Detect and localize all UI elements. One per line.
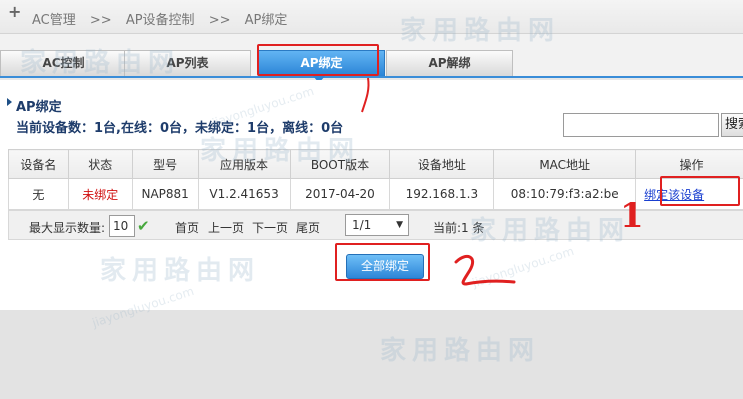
col-header-name: 设备名 — [8, 149, 69, 179]
annotation-mark-2 — [454, 254, 516, 286]
col-header-mac: MAC地址 — [493, 149, 637, 179]
breadcrumb: AC管理 >> AP设备控制 >> AP绑定 — [32, 9, 297, 28]
tab-ac-control[interactable]: AC控制 — [0, 50, 127, 76]
cell-boot-version: 2017-04-20 — [289, 178, 391, 210]
ap-binding-page: + AC管理 >> AP设备控制 >> AP绑定 AC控制 AP列表 AP绑定 … — [0, 0, 743, 399]
cell-model: NAP881 — [131, 178, 199, 210]
device-summary: 当前设备数：1台,在线：0台，未绑定：1台，离线：0台 — [16, 121, 344, 136]
table-header-row: 设备名 状态 型号 应用版本 BOOT版本 设备地址 MAC地址 操作 — [8, 149, 743, 179]
tab-ap-unbinding[interactable]: AP解绑 — [386, 50, 513, 76]
col-header-action: 操作 — [635, 149, 743, 179]
annotation-box-bind-link — [660, 176, 740, 206]
expand-icon[interactable]: + — [8, 2, 21, 21]
col-header-app-version: 应用版本 — [197, 149, 291, 179]
breadcrumb-ac-manage[interactable]: AC管理 — [32, 13, 76, 28]
page-select[interactable]: 1/1 ▼ — [345, 214, 409, 236]
next-page-link[interactable]: 下一页 — [252, 219, 288, 236]
tab-ap-list[interactable]: AP列表 — [124, 50, 251, 76]
cell-mac: 08:10:79:f3:a2:be — [493, 178, 637, 210]
annotation-box-bind-all — [335, 243, 430, 281]
breadcrumb-ap-control[interactable]: AP设备控制 — [126, 13, 195, 28]
annotation-stroke — [361, 77, 370, 113]
empty-area — [0, 310, 743, 399]
current-count: 当前:1 条 — [433, 221, 485, 235]
prev-page-link[interactable]: 上一页 — [208, 219, 244, 236]
annotation-box-tab — [257, 44, 379, 76]
max-display-input[interactable]: 10 — [109, 215, 135, 237]
cell-app-version: V1.2.41653 — [197, 178, 291, 210]
annotation-mark-1: 1 — [620, 196, 644, 236]
col-header-status: 状态 — [67, 149, 133, 179]
confirm-check-icon[interactable]: ✔ — [137, 217, 150, 235]
cell-name: 无 — [8, 178, 69, 210]
section-arrow-icon — [7, 98, 12, 106]
cell-status: 未绑定 — [67, 178, 133, 210]
cell-ip: 192.168.1.3 — [389, 178, 495, 210]
col-header-boot-version: BOOT版本 — [289, 149, 391, 179]
chevron-down-icon: ▼ — [396, 220, 403, 230]
first-page-link[interactable]: 首页 — [175, 219, 199, 236]
search-input[interactable] — [563, 113, 719, 137]
breadcrumb-separator: >> — [208, 13, 231, 28]
breadcrumb-ap-binding: AP绑定 — [244, 13, 288, 28]
col-header-model: 型号 — [131, 149, 199, 179]
section-title: AP绑定 — [16, 100, 62, 115]
last-page-link[interactable]: 尾页 — [296, 219, 320, 236]
breadcrumb-separator: >> — [89, 13, 112, 28]
max-display-label: 最大显示数量: — [29, 221, 106, 235]
search-button[interactable]: 搜索 — [721, 113, 743, 137]
breadcrumb-bar: + AC管理 >> AP设备控制 >> AP绑定 — [0, 0, 743, 34]
page-select-value: 1/1 — [352, 218, 372, 232]
col-header-ip: 设备地址 — [389, 149, 495, 179]
